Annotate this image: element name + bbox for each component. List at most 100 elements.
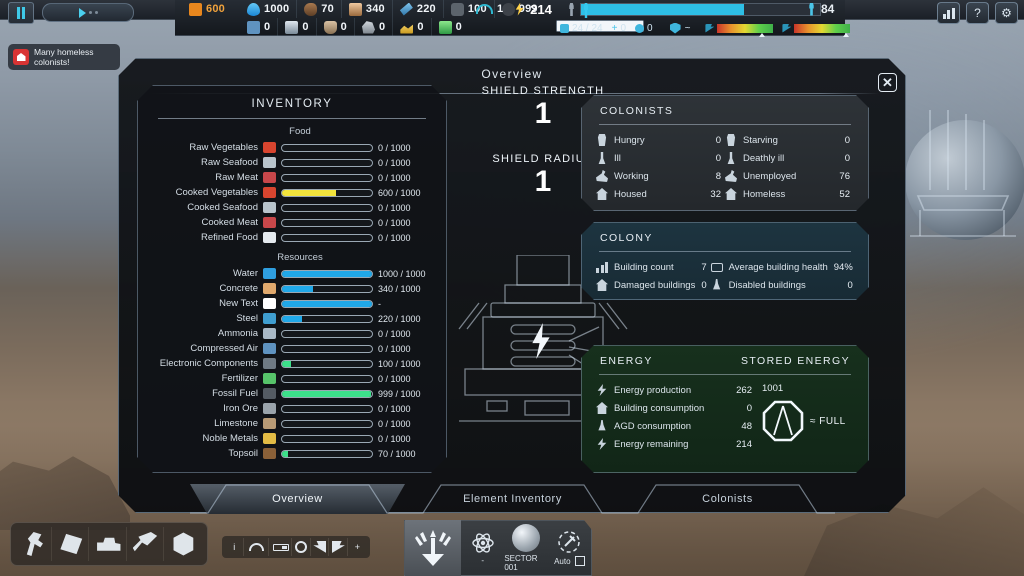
tab-colonists[interactable]: Colonists xyxy=(620,484,835,514)
fossil-fuel-icon xyxy=(263,388,276,399)
hud-stat-beds[interactable]: 24 / 24 xyxy=(560,23,603,34)
inventory-row[interactable]: Limestone 0 / 1000 xyxy=(146,416,438,431)
inventory-row[interactable]: Topsoil 70 / 1000 xyxy=(146,446,438,461)
hud-food-counter[interactable]: 600 xyxy=(182,0,232,18)
sector-cell-auto[interactable]: Auto xyxy=(548,520,591,576)
add-button[interactable]: + xyxy=(349,538,366,556)
arc-icon xyxy=(248,543,264,551)
hud-res-iron[interactable]: 0 xyxy=(355,18,394,36)
inventory-row[interactable]: New Text - xyxy=(146,296,438,311)
colony-panel-header: COLONY xyxy=(582,223,868,244)
population-track xyxy=(580,3,821,18)
colonist-stat-hungry-value: 0 xyxy=(715,134,721,146)
game-speed-control[interactable] xyxy=(42,3,134,22)
inventory-row[interactable]: Raw Meat 0 / 1000 xyxy=(146,170,438,185)
hud-res-fertilizer[interactable]: 0 xyxy=(432,18,469,36)
inventory-row[interactable]: Compressed Air 0 / 1000 xyxy=(146,341,438,356)
info-button[interactable]: i xyxy=(226,538,244,556)
hud-stat-deaths-value: 0 xyxy=(647,22,653,34)
colonist-stat-ill-value: 0 xyxy=(715,152,721,164)
tab-overview[interactable]: Overview xyxy=(190,484,405,514)
hud-res-ammonia[interactable]: 0 xyxy=(278,18,317,36)
hud-power-group[interactable]: 1 214 xyxy=(470,0,558,18)
hud-power-value: 214 xyxy=(530,1,552,17)
inventory-row[interactable]: Electronic Components 100 / 1000 xyxy=(146,356,438,371)
hud-morale-2[interactable] xyxy=(782,23,851,37)
hud-morale-1[interactable] xyxy=(705,23,774,37)
build-button-drill[interactable] xyxy=(129,527,164,561)
new-text-icon xyxy=(263,298,276,309)
pause-button[interactable] xyxy=(8,2,34,24)
colony-stat-disabled-label: Disabled buildings xyxy=(728,279,806,291)
inventory-row[interactable]: Raw Seafood 0 / 1000 xyxy=(146,155,438,170)
arc-tool-button[interactable] xyxy=(245,538,270,556)
colony-grid: Building count 7 Average building health… xyxy=(582,252,868,294)
raw-meat-icon xyxy=(263,172,276,183)
energy-stat-building-consumption: Building consumption 0 xyxy=(596,399,756,417)
inventory-row-label: Cooked Meat xyxy=(201,217,258,228)
sector-cell-globe[interactable]: SECTOR 001 xyxy=(504,520,547,576)
ruler-tool-button[interactable] xyxy=(270,538,293,556)
inventory-row[interactable]: Cooked Vegetables 600 / 1000 xyxy=(146,185,438,200)
auto-checkbox[interactable] xyxy=(574,556,585,566)
gear-tool-icon xyxy=(295,541,308,553)
bed-icon xyxy=(560,23,569,33)
inventory-row-bar xyxy=(281,143,373,152)
colonists-panel: COLONISTS Hungry 0 Starving 0 Ill 0 Deat… xyxy=(581,95,869,211)
colonist-stat-deathly-ill-label: Deathly ill xyxy=(743,152,785,164)
hud-stat-births[interactable]: + 0 xyxy=(612,23,626,34)
inventory-row[interactable]: Iron Ore 0 / 1000 xyxy=(146,401,438,416)
inventory-row-bar xyxy=(281,299,373,308)
flag-left-button[interactable] xyxy=(312,538,330,556)
inventory-food-list: Raw Vegetables 0 / 1000 Raw Seafood 0 / 100… xyxy=(138,140,446,245)
inventory-row[interactable]: Cooked Seafood 0 / 1000 xyxy=(146,200,438,215)
pause-icon xyxy=(17,7,25,19)
statistics-button[interactable] xyxy=(937,2,960,24)
hud-stat-deaths[interactable]: 0 xyxy=(635,23,653,34)
gear-tool-button[interactable] xyxy=(293,538,311,556)
hud-res-limestone[interactable]: 0 xyxy=(317,18,355,36)
tab-element-inventory[interactable]: Element Inventory xyxy=(405,484,620,514)
inventory-row[interactable]: Ammonia 0 / 1000 xyxy=(146,326,438,341)
flag-right-button[interactable] xyxy=(330,538,348,556)
hud-res-air[interactable]: 0 xyxy=(240,18,279,36)
hud-res-steel[interactable]: 220 xyxy=(393,0,444,18)
hud-res-water[interactable]: 1000 xyxy=(240,0,298,18)
panel-tabs: Overview Element Inventory Colonists xyxy=(190,484,835,514)
hud-defense[interactable]: ~ xyxy=(669,22,690,34)
starving-icon xyxy=(726,134,736,146)
settings-button[interactable]: ⚙ xyxy=(995,2,1018,24)
build-button-plate[interactable] xyxy=(54,527,90,561)
build-button-nut[interactable] xyxy=(166,527,201,561)
inventory-row[interactable]: Raw Vegetables 0 / 1000 xyxy=(146,140,438,155)
colonist-stat-deathly-ill: Deathly ill 0 xyxy=(725,149,854,167)
inventory-row[interactable]: Water 1000 / 1000 xyxy=(146,266,438,281)
inventory-row[interactable]: Cooked Meat 0 / 1000 xyxy=(146,215,438,230)
inventory-row-value: 1000 / 1000 xyxy=(378,268,426,279)
bulldozer-icon xyxy=(97,537,121,551)
colonist-stat-homeless-value: 52 xyxy=(839,188,850,200)
alert-toast[interactable]: Many homeless colonists! xyxy=(8,44,120,70)
inventory-row[interactable]: Fossil Fuel 999 / 1000 xyxy=(146,386,438,401)
hud-res-noble[interactable]: 0 xyxy=(393,18,432,36)
shield-generator-button[interactable] xyxy=(405,520,461,576)
close-icon[interactable]: ✕ xyxy=(878,73,897,92)
hud-res-concrete[interactable]: 340 xyxy=(342,0,393,18)
tab-overview-label: Overview xyxy=(272,493,323,505)
sector-cell-atom[interactable]: - xyxy=(461,520,504,576)
inventory-row[interactable]: Refined Food 0 / 1000 xyxy=(146,230,438,245)
colonists-panel-title: COLONISTS xyxy=(600,105,674,117)
inventory-row-bar xyxy=(281,419,373,428)
ill-icon xyxy=(598,152,606,164)
build-button-hammer[interactable] xyxy=(17,527,53,561)
inventory-row[interactable]: Concrete 340 / 1000 xyxy=(146,281,438,296)
hud-res-topsoil[interactable]: 70 xyxy=(297,0,342,18)
hud-colonist-count[interactable]: 84 xyxy=(806,2,834,16)
inventory-row[interactable]: Fertilizer 0 / 1000 xyxy=(146,371,438,386)
build-button-bulldozer[interactable] xyxy=(91,527,127,561)
inventory-row[interactable]: Noble Metals 0 / 1000 xyxy=(146,431,438,446)
inventory-row[interactable]: Steel 220 / 1000 xyxy=(146,311,438,326)
energy-stat-agd-consumption: AGD consumption 48 xyxy=(596,417,756,435)
energy-production-icon xyxy=(597,384,607,396)
help-button[interactable]: ? xyxy=(966,2,989,24)
